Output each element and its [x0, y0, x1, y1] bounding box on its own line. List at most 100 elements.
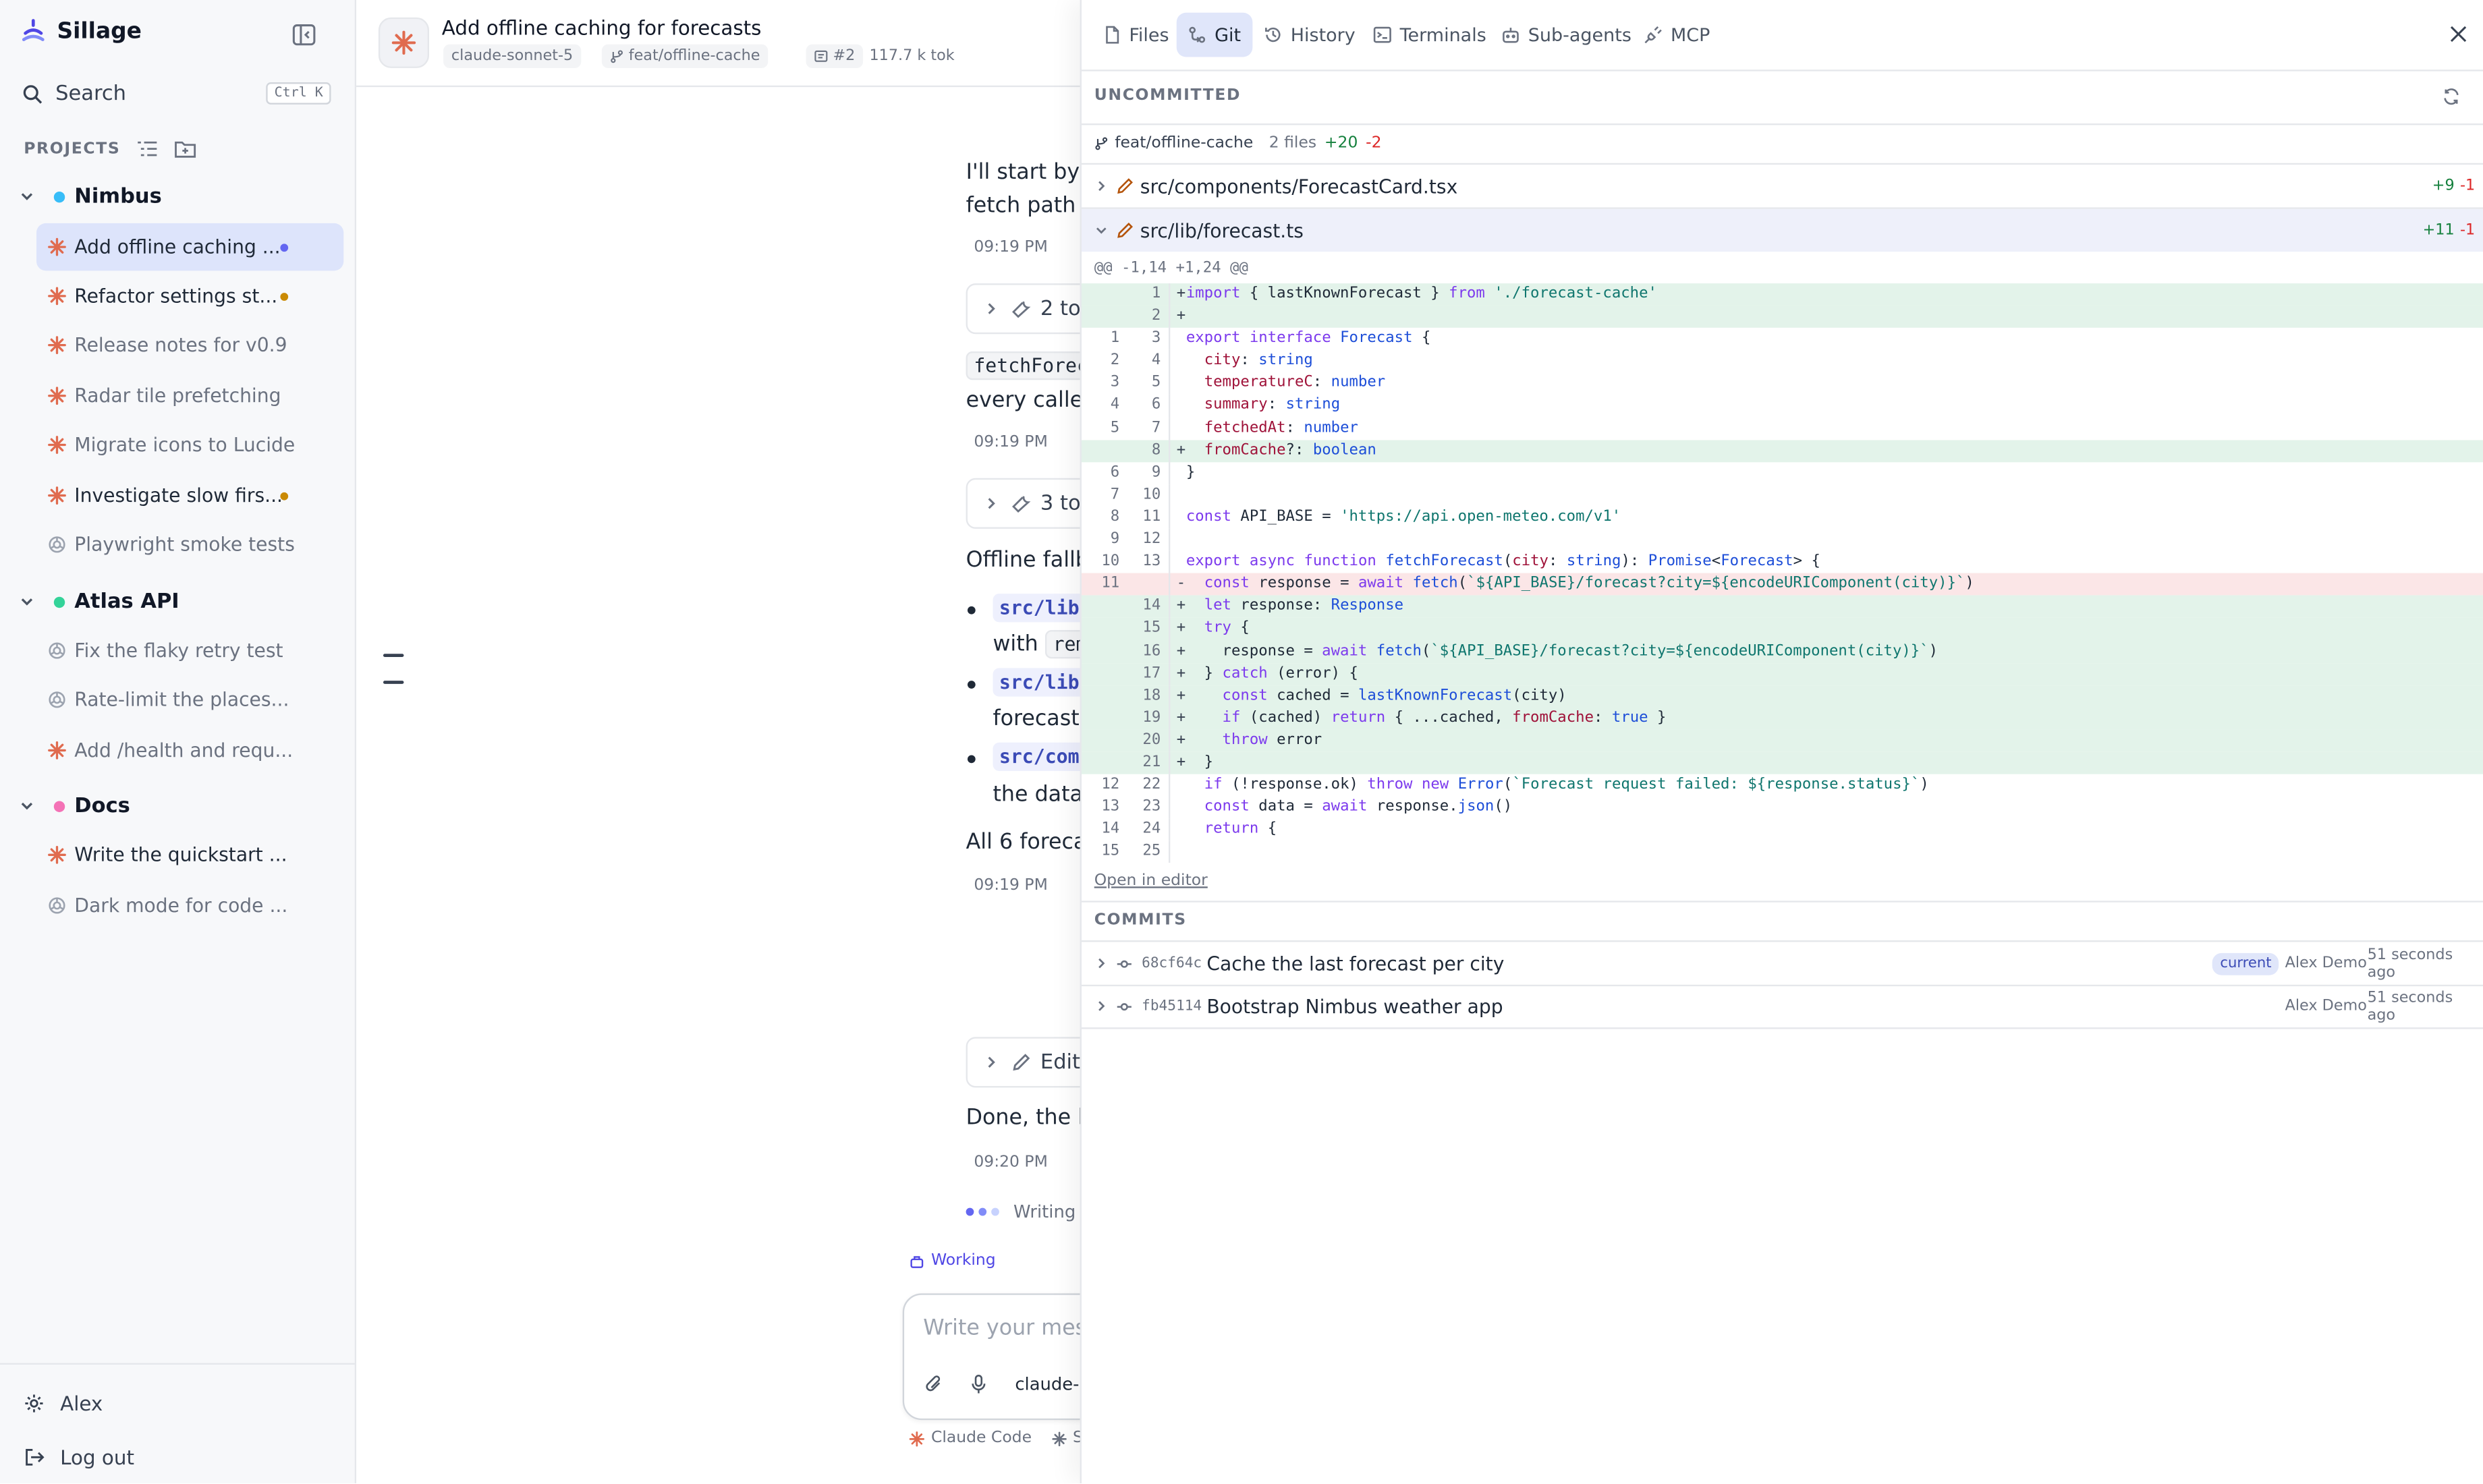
collapse-sidebar-icon[interactable]: [291, 22, 317, 48]
session-item[interactable]: Radar tile prefetching: [36, 372, 343, 420]
diff-gutter-divider: [1169, 685, 1171, 708]
diff-gutter-divider: [1169, 417, 1171, 440]
commit-time: 51 seconds ago: [2367, 988, 2453, 1024]
session-item[interactable]: Release notes for v0.9: [36, 321, 343, 368]
project-docs[interactable]: Docs: [0, 789, 355, 824]
resize-handle[interactable]: [383, 681, 404, 684]
session-item[interactable]: Fix the flaky retry test: [36, 627, 343, 674]
close-panel-icon[interactable]: [2448, 24, 2469, 45]
model-selector[interactable]: claude-s: [1015, 1374, 1088, 1395]
bot-icon: [1501, 26, 1520, 45]
new-project-folder-icon[interactable]: [174, 138, 196, 160]
changed-file-row[interactable]: src/components/ForecastCard.tsx +9 -1: [1082, 165, 2483, 207]
open-in-editor-link[interactable]: Open in editor: [1094, 872, 1208, 890]
user-settings-button[interactable]: Alex: [24, 1392, 103, 1415]
old-line-number: 4: [1110, 396, 1120, 414]
search-button[interactable]: Search Ctrl K: [22, 79, 331, 107]
modified-pencil-icon: [1117, 177, 1134, 195]
session-item[interactable]: Add /health and requ...: [36, 726, 343, 774]
agent-selector[interactable]: Claude Code: [931, 1429, 1032, 1447]
old-line-number: 13: [1101, 798, 1120, 816]
session-title: Add offline caching ...: [74, 235, 281, 258]
commit-row[interactable]: 68cf64c Cache the last forecast per city…: [1081, 942, 2483, 987]
chevron-down-icon: [19, 594, 34, 609]
logout-button[interactable]: Log out: [24, 1446, 134, 1469]
new-line-number: 4: [1151, 351, 1161, 370]
session-item[interactable]: Investigate slow firs...: [36, 472, 343, 519]
diff-line: 10 13 export async function fetchForecast(…: [1082, 551, 2483, 574]
claude-agent-icon: [47, 741, 66, 760]
git-commit-icon: [1117, 998, 1132, 1014]
session-item[interactable]: Write the quickstart ...: [36, 831, 343, 878]
microphone-icon[interactable]: [969, 1374, 988, 1395]
chevron-right-icon: [1094, 179, 1109, 193]
commit-row[interactable]: fb45114 Bootstrap Nimbus weather app Ale…: [1081, 985, 2483, 1029]
session-item[interactable]: Playwright smoke tests: [36, 521, 343, 568]
project-nimbus[interactable]: Nimbus: [0, 179, 355, 214]
tab-files[interactable]: Files: [1091, 13, 1180, 57]
diff-line: 8 11 const API_BASE = 'https://api.open-me…: [1082, 506, 2483, 529]
session-title: Write the quickstart ...: [74, 843, 287, 866]
wrench-icon: [1012, 494, 1031, 513]
projects-header: PROJECTS: [24, 138, 337, 160]
session-item[interactable]: Refactor settings st...: [36, 273, 343, 320]
changed-file-row[interactable]: src/lib/forecast.ts +11 -1: [1081, 208, 2483, 252]
session-item[interactable]: Dark mode for code ...: [36, 882, 343, 929]
message-text: fetchForec: [966, 351, 1096, 380]
new-line-number: 24: [1142, 820, 1161, 838]
sidebar-footer: Alex Log out: [0, 1363, 355, 1469]
search-label: Search: [55, 81, 126, 106]
tab-mcp[interactable]: MCP: [1633, 13, 1721, 57]
new-line-number: 2: [1151, 307, 1161, 325]
chat-header: Add offline caching for forecasts claude…: [356, 0, 1085, 88]
message-input[interactable]: Write your mess: [923, 1315, 1097, 1341]
session-item[interactable]: Rate-limit the places...: [36, 676, 343, 723]
app-brand[interactable]: Sillage: [22, 19, 142, 45]
terminal-icon: [1373, 26, 1392, 45]
session-title: Release notes for v0.9: [74, 334, 287, 357]
logout-label: Log out: [60, 1445, 134, 1469]
new-line-number: 17: [1142, 664, 1161, 682]
claude-agent-icon: [47, 486, 66, 505]
new-line-number: 19: [1142, 708, 1161, 726]
session-title: Radar tile prefetching: [74, 384, 281, 407]
diff-gutter-divider: [1169, 796, 1171, 819]
tab-sub-agents[interactable]: Sub-agents: [1490, 13, 1642, 57]
diff-line: 21 + }: [1081, 751, 2483, 774]
resize-handle[interactable]: [383, 654, 404, 657]
sidebar: Sillage Search Ctrl K PROJECTS Nimbus Ad…: [0, 0, 357, 1484]
tab-label: Files: [1129, 24, 1169, 47]
attach-icon[interactable]: [923, 1374, 944, 1395]
file-path: src/components/ForecastCard.tsx: [1140, 175, 1458, 198]
new-line-number: 10: [1142, 486, 1161, 503]
refresh-icon[interactable]: [2442, 87, 2461, 106]
project-atlas-api[interactable]: Atlas API: [0, 584, 355, 619]
tab-terminals[interactable]: Terminals: [1362, 13, 1497, 57]
claude-agent-icon: [378, 17, 430, 68]
session-item[interactable]: Add offline caching ...: [36, 223, 344, 271]
diff-line: 8 + fromCache?: boolean: [1081, 439, 2483, 462]
openai-agent-icon: [47, 690, 66, 709]
diff-gutter-divider: [1169, 841, 1171, 864]
new-line-number: 3: [1151, 329, 1161, 347]
session-title: Refactor settings st...: [74, 285, 278, 308]
sort-list-icon[interactable]: [136, 138, 159, 160]
working-label: Working: [930, 1252, 996, 1270]
pr-chip[interactable]: #2: [806, 44, 864, 68]
session-title: Migrate icons to Lucide: [74, 434, 296, 456]
tab-history[interactable]: History: [1252, 13, 1366, 57]
list-item-text-part: with: [993, 631, 1038, 657]
session-title: Playwright smoke tests: [74, 533, 295, 556]
diff-code: city: string: [1204, 351, 1313, 370]
uncommitted-label: UNCOMMITTED: [1094, 87, 1242, 105]
project-color-dot: [53, 800, 65, 811]
tab-git[interactable]: Git: [1176, 12, 1252, 57]
message-time: 09:19 PM: [974, 239, 1048, 257]
session-item[interactable]: Migrate icons to Lucide: [36, 421, 343, 468]
tab-label: Git: [1215, 24, 1242, 47]
diff-code: const response = await fetch(`${API_BASE…: [1204, 575, 1974, 593]
diff-view: 1 + import { lastKnownForecast } from './f…: [1081, 283, 2483, 864]
hunk-header: @@ -1,14 +1,24 @@: [1094, 259, 1248, 277]
diff-line: 6 9}: [1082, 461, 2483, 484]
plug-icon: [1644, 26, 1663, 45]
